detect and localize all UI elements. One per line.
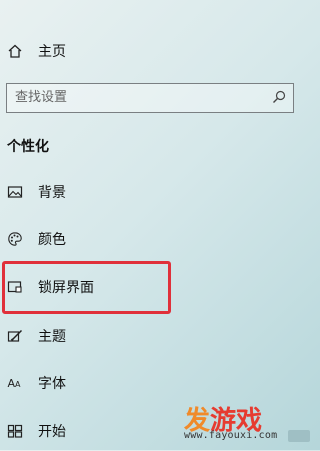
sidebar-item-background[interactable]: 背景 (0, 172, 300, 212)
sidebar-item-fonts[interactable]: AA 字体 (0, 363, 300, 403)
sidebar-item-label: 主题 (38, 329, 66, 345)
watermark-url: www.fayouxi.com (184, 430, 278, 441)
watermark-badge (288, 430, 310, 442)
search-input[interactable] (7, 84, 255, 110)
watermark: 发游戏 www.fayouxi.com (180, 400, 310, 446)
sidebar-item-colors[interactable]: 颜色 (0, 219, 300, 259)
sidebar-item-label: 背景 (38, 185, 66, 201)
sidebar-item-label: 颜色 (38, 232, 66, 248)
sidebar-item-themes[interactable]: 主题 (0, 316, 300, 356)
start-icon (6, 422, 24, 440)
picture-icon (6, 183, 24, 201)
top-remnant (0, 0, 300, 16)
font-icon: AA (6, 374, 24, 392)
nav-home[interactable]: 主页 (0, 31, 300, 71)
sidebar-item-label: 字体 (38, 376, 66, 392)
palette-icon (6, 230, 24, 248)
svg-text:A: A (15, 380, 21, 389)
search-box[interactable] (6, 83, 294, 113)
home-icon (6, 42, 24, 60)
search-icon[interactable] (271, 89, 287, 105)
nav-home-label: 主页 (38, 44, 66, 60)
theme-icon (6, 327, 24, 345)
highlight-box (2, 261, 171, 314)
sidebar-item-label: 开始 (38, 424, 66, 440)
section-title: 个性化 (7, 139, 49, 155)
